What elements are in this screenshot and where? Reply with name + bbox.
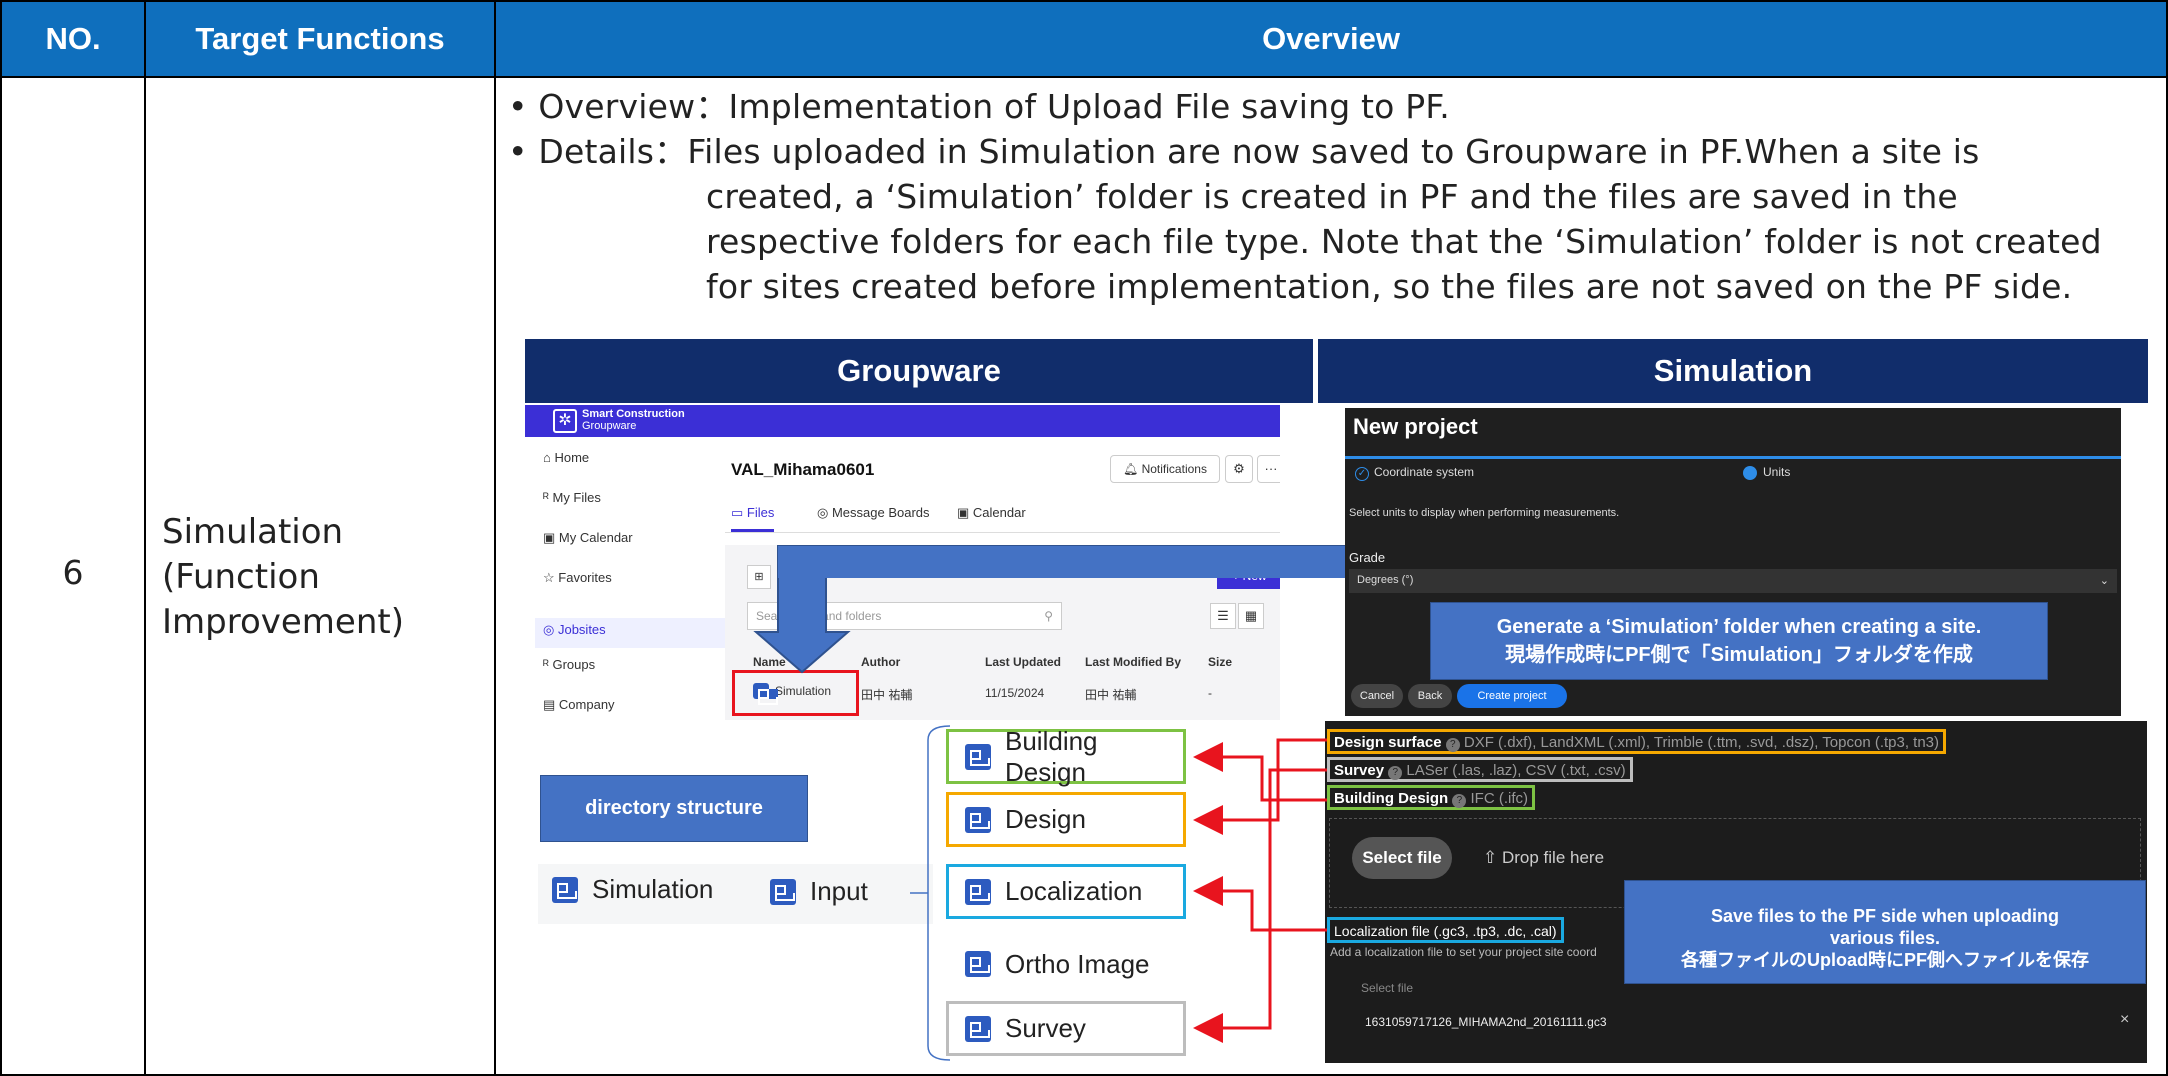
arrow-localization — [1196, 891, 1327, 930]
arrow-survey — [1196, 770, 1327, 1028]
arrow-building-design — [1196, 757, 1327, 800]
file-type-arrows — [0, 0, 2168, 1076]
